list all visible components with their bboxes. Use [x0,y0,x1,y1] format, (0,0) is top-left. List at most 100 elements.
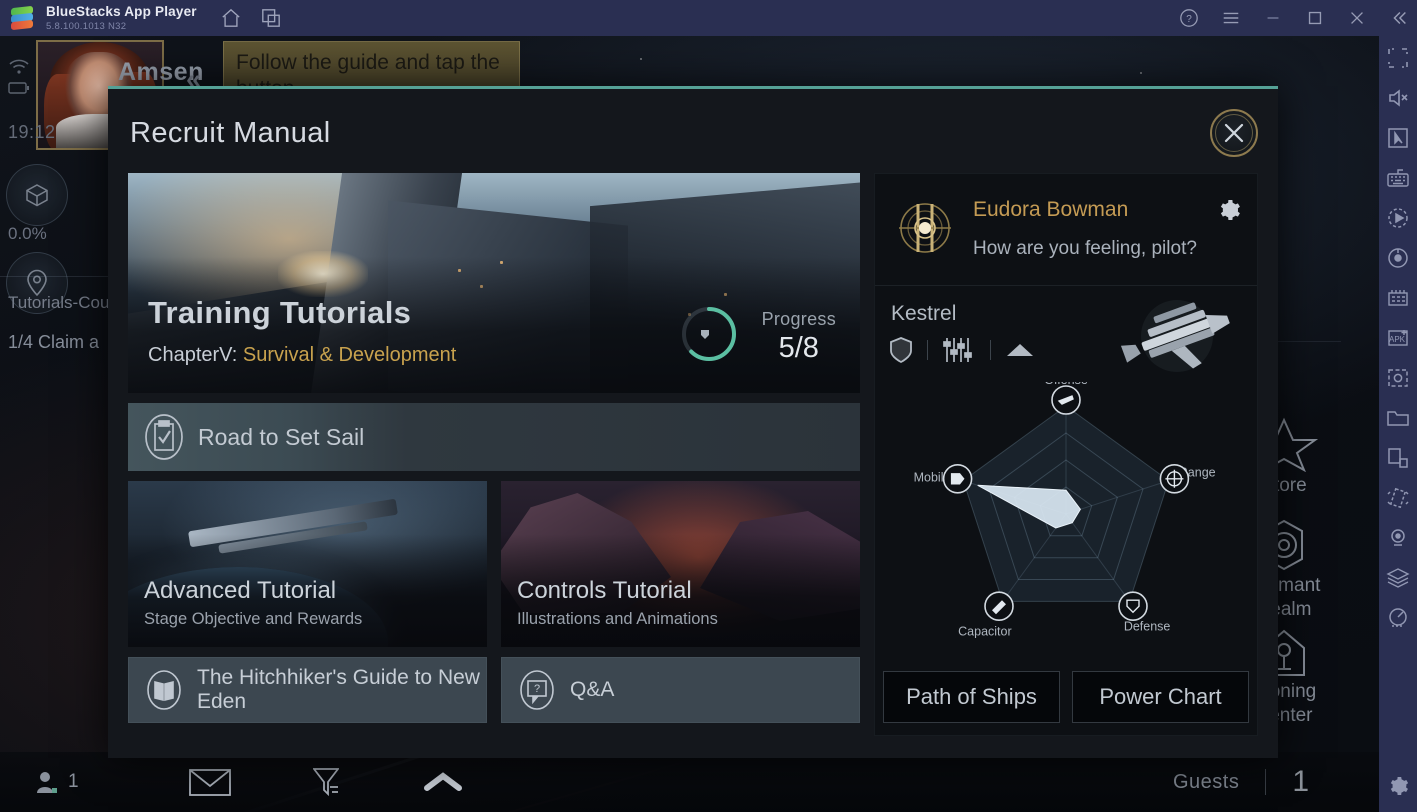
question-bubble-icon: ? [520,670,554,710]
ship-footer-buttons: Path of Ships Power Chart [883,671,1249,723]
radar-axis-capacitor-icon [984,591,1014,621]
qa-button[interactable]: ? Q&A [501,657,860,723]
game-bottom-bar: 1 Guests 1 [0,752,1379,812]
controls-tutorial-title: Controls Tutorial [517,577,692,604]
qa-label: Q&A [570,678,615,701]
advanced-tutorial-card[interactable]: Advanced Tutorial Stage Objective and Re… [128,481,487,647]
svg-text:APK: APK [1389,335,1406,344]
ship-panel: Eudora Bowman How are you feeling, pilot… [874,173,1258,736]
power-chart-button[interactable]: Power Chart [1072,671,1249,723]
ship-name: Kestrel [891,302,957,325]
banner-chapter-name: Survival & Development [242,344,457,366]
window-controls: ? [1179,0,1409,36]
bluestacks-sidebar: APK [1379,36,1417,812]
agent-name: Eudora Bowman [973,198,1129,221]
divider [1265,769,1267,795]
guide-links: The Hitchhiker's Guide to New Eden ? Q&A [128,657,860,723]
game-clock: 19:12 [8,122,56,142]
close-button[interactable] [1210,109,1258,157]
tutorial-cards: Advanced Tutorial Stage Objective and Re… [128,481,860,647]
guests-label: Guests [1172,770,1240,793]
app-root: 19:12 Amsen « 0.0% Tutorials-Cou 1/4 Cla… [0,0,1417,812]
progress-label: Progress [761,309,836,329]
progress-ring [682,307,736,361]
pointer-icon[interactable] [1386,126,1410,150]
agent-sigil-icon [899,203,951,253]
progress-value: 5/8 [778,332,819,364]
banner-chapter: ChapterV: Survival & Development [148,344,456,367]
install-apk-icon[interactable]: APK [1386,326,1410,350]
agent-message: How are you feeling, pilot? [973,238,1197,259]
advanced-tutorial-title: Advanced Tutorial [144,577,337,604]
chevron-up-icon[interactable] [421,771,465,793]
player-count: 1 [68,771,79,792]
filter-icon[interactable] [312,767,339,797]
menu-icon[interactable] [1221,8,1241,28]
quest-step: 1/4 Claim a [8,332,100,352]
guests-count: 1 [1292,765,1309,798]
agent-block: Eudora Bowman How are you feeling, pilot… [875,174,1257,286]
road-to-set-sail-label: Road to Set Sail [198,423,365,450]
ship-attributes-radar-chart: OffenseRangeDefenseCapacitorMobility [914,382,1216,639]
macro-icon[interactable] [1386,246,1410,270]
shake-icon[interactable] [1386,486,1410,510]
progress-block: Progress 5/8 [762,309,836,365]
hitchhikers-guide-button[interactable]: The Hitchhiker's Guide to New Eden [128,657,487,723]
svg-text:?: ? [534,683,540,695]
help-icon[interactable]: ? [1179,8,1199,28]
radar-axis-mobility-icon [942,464,973,494]
multi-instance-manager-icon[interactable] [1386,286,1410,310]
close-icon[interactable] [1347,8,1367,28]
radar-axis-defense-icon [1118,591,1148,621]
banner-chapter-prefix: ChapterV: [148,344,243,366]
maximize-icon[interactable] [1305,8,1325,28]
app-title: BlueStacks App Player [46,4,197,19]
radar-axis-label: Defense [1124,620,1171,634]
gear-icon[interactable] [1217,198,1241,222]
training-tutorials-banner[interactable]: Training Tutorials ChapterV: Survival & … [128,173,860,393]
ship-icon-row [889,336,1035,364]
radar-axis-range-icon [1159,464,1190,494]
location-icon[interactable] [1386,526,1410,550]
tutorial-column: Training Tutorials ChapterV: Survival & … [128,173,860,736]
book-icon [147,670,181,710]
radar-axis-offense-icon [1051,385,1081,415]
mute-icon[interactable] [1386,86,1410,110]
home-icon[interactable] [221,8,241,28]
clipboard-check-icon [145,414,183,460]
ship-thumbnail [1120,300,1230,372]
fitting-sliders-icon[interactable] [942,337,976,363]
rotate-icon[interactable] [1386,446,1410,470]
layers-icon[interactable] [1386,566,1410,590]
radar-axis-label: Capacitor [958,625,1012,639]
record-icon[interactable] [1386,206,1410,230]
signal-icons [8,58,36,94]
shield-icon[interactable] [889,336,913,364]
mail-icon[interactable] [188,767,231,797]
bluestacks-logo-icon [10,5,34,31]
minimize-icon[interactable] [1263,8,1283,28]
person-icon[interactable] [36,770,58,794]
cargo-percent: 0.0% [8,224,47,243]
cargo-button[interactable] [6,164,68,226]
settings-icon[interactable] [1386,774,1410,798]
advanced-tutorial-subtitle: Stage Objective and Rewards [144,610,363,628]
screenshot-icon[interactable] [1386,366,1410,390]
chevron-up-icon[interactable] [1005,341,1035,359]
path-of-ships-button[interactable]: Path of Ships [883,671,1060,723]
controls-tutorial-card[interactable]: Controls Tutorial Illustrations and Anim… [501,481,860,647]
page-title: Recruit Manual [130,117,331,149]
road-to-set-sail-row[interactable]: Road to Set Sail [128,403,860,471]
app-version: 5.8.100.1013 N32 [46,20,127,32]
banner-title: Training Tutorials [148,295,412,330]
hitchhikers-guide-label: The Hitchhiker's Guide to New Eden [197,666,480,713]
keyboard-icon[interactable] [1386,166,1410,190]
multi-instance-icon[interactable] [261,8,281,28]
media-folder-icon[interactable] [1386,406,1410,430]
eco-mode-icon[interactable] [1386,606,1410,630]
quest-title: Tutorials-Cou [8,293,110,312]
collapse-icon[interactable] [1389,8,1409,28]
fullscreen-icon[interactable] [1386,46,1410,70]
svg-text:?: ? [1186,14,1192,25]
recruit-manual-dialog: Recruit Manual Training Tutorials Chapte… [108,86,1278,758]
